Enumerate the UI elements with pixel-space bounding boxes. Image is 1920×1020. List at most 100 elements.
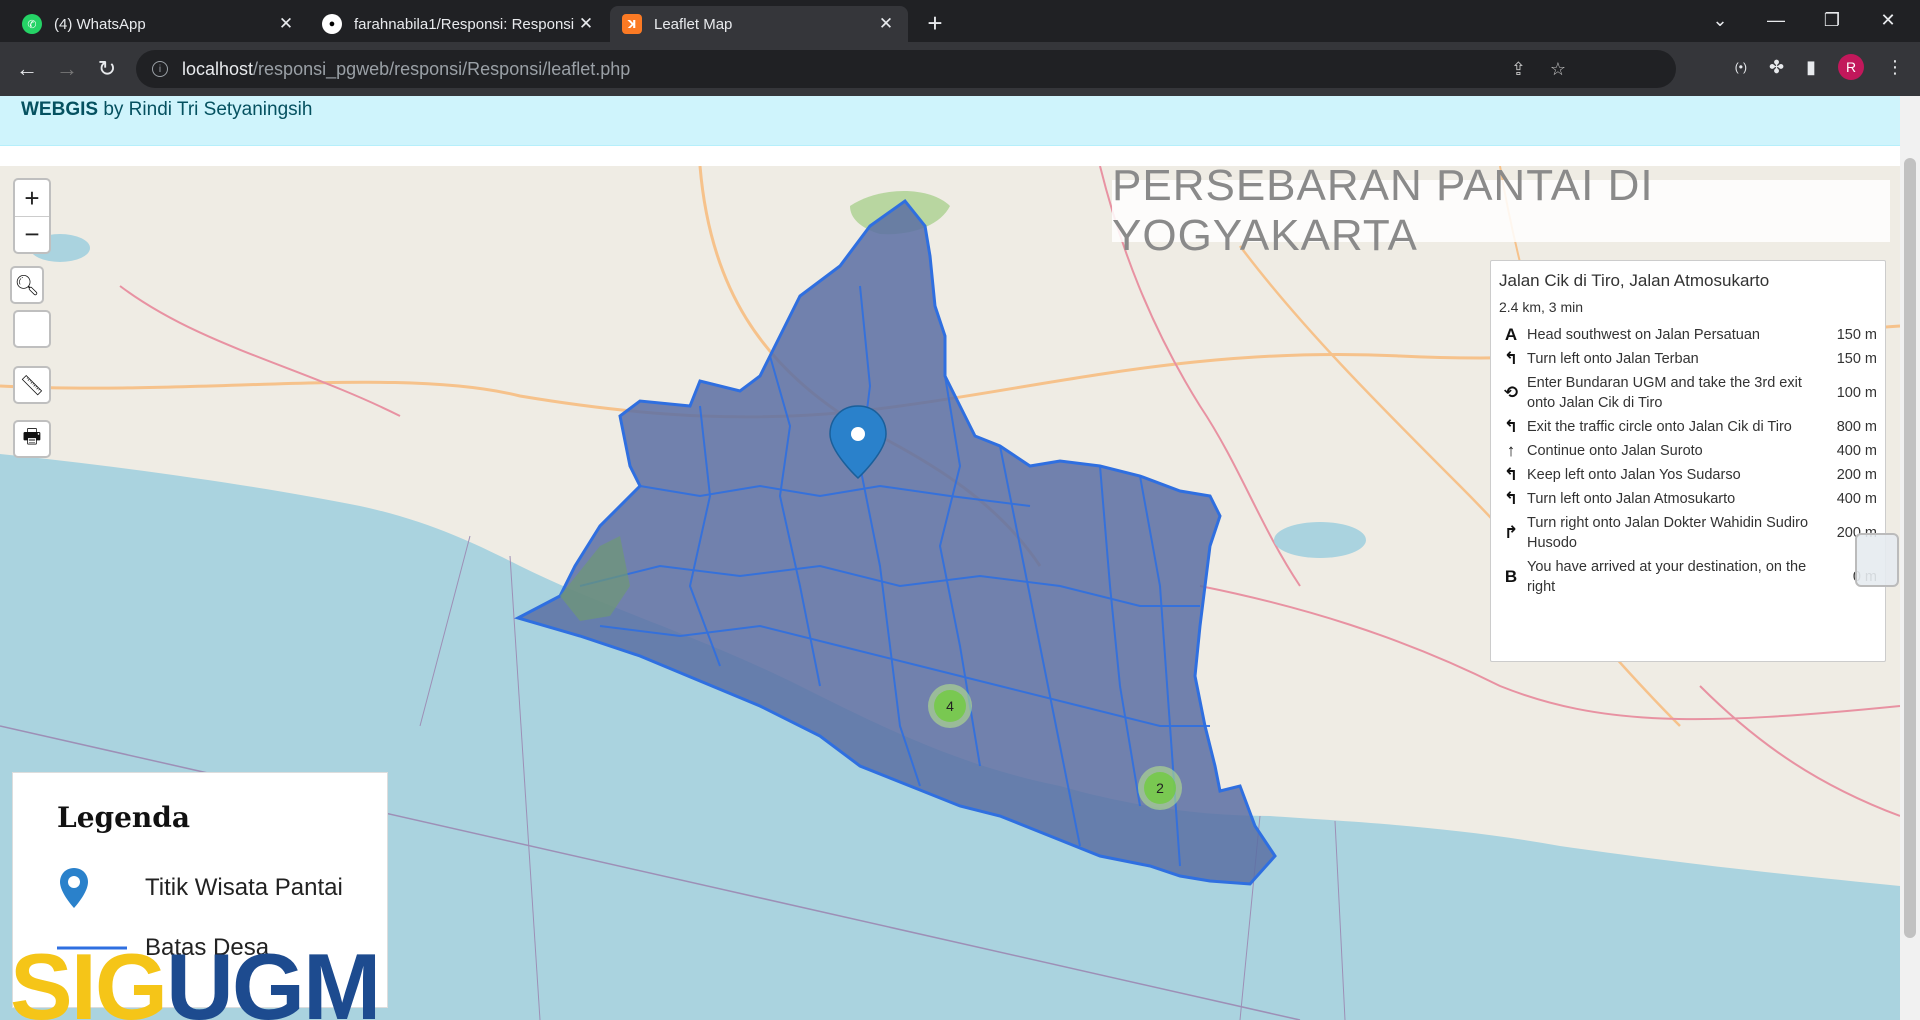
locate-button[interactable]	[13, 310, 51, 348]
zoom-out-button[interactable]: −	[15, 216, 49, 252]
route-step-icon: A	[1504, 325, 1518, 344]
browser-tab-bar: ✆ (4) WhatsApp ✕ ● farahnabila1/Responsi…	[0, 0, 1920, 42]
url-host: localhost	[182, 58, 254, 79]
routing-toggle-button[interactable]	[1855, 533, 1899, 587]
tab-title: farahnabila1/Responsi: Responsi	[354, 15, 575, 33]
route-step[interactable]: ↰ Exit the traffic circle onto Jalan Cik …	[1499, 415, 1877, 439]
route-step-icon: ↰	[1503, 417, 1519, 436]
route-summary: 2.4 km, 3 min	[1499, 299, 1584, 315]
close-tab-icon[interactable]: ✕	[576, 14, 596, 34]
navbar: WEBGIS by Rindi Tri Setyaningsih	[0, 96, 1900, 146]
bookmark-star-icon[interactable]: ☆	[1550, 59, 1566, 80]
route-step-text: You have arrived at your destination, on…	[1527, 559, 1807, 595]
page-content: WEBGIS by Rindi Tri Setyaningsih + − 🔍︎ …	[0, 96, 1920, 1020]
profile-avatar[interactable]: R	[1838, 54, 1864, 80]
cluster-count: 2	[1144, 772, 1176, 804]
url-path: /responsi_pgweb/responsi/Responsi/leafle…	[253, 58, 631, 79]
route-step[interactable]: ↱ Turn right onto Jalan Dokter Wahidin Su…	[1499, 511, 1877, 555]
close-tab-icon[interactable]: ✕	[876, 14, 896, 34]
tab-github[interactable]: ● farahnabila1/Responsi: Responsi ✕	[310, 6, 608, 42]
browser-toolbar: ← → ↻ i localhost/responsi_pgweb/respons…	[0, 42, 1920, 96]
logo-part-ugm: UGM	[165, 934, 381, 1020]
route-step-distance: 100 m	[1836, 385, 1877, 401]
marker-cluster[interactable]: 4	[928, 684, 972, 728]
github-icon: ●	[322, 14, 342, 34]
legend-label: Titik Wisata Pantai	[145, 874, 343, 901]
route-step-distance: 400 m	[1836, 491, 1877, 507]
cast-icon[interactable]: (•)	[1735, 60, 1747, 74]
legend-title: Legenda	[57, 801, 190, 834]
tab-title: (4) WhatsApp	[54, 15, 146, 33]
tab-search-icon[interactable]: ⌄	[1692, 0, 1748, 40]
minimize-button[interactable]: —	[1748, 0, 1804, 40]
route-step-distance: 200 m	[1836, 467, 1877, 483]
route-step-icon: ↰	[1503, 349, 1519, 368]
route-step-distance: 800 m	[1836, 419, 1877, 435]
route-step-icon: ↰	[1503, 465, 1519, 484]
search-button[interactable]: 🔍︎	[10, 266, 44, 304]
navbar-brand[interactable]: WEBGIS	[21, 99, 98, 120]
leaflet-map[interactable]: + − 🔍︎ 📏︎ 🖶 PERSEBARAN PANTAI DI YOGYAKA…	[0, 166, 1900, 1020]
site-info-icon[interactable]: i	[152, 61, 168, 77]
route-step-distance: 150 m	[1836, 351, 1877, 367]
side-panel-icon[interactable]: ▮	[1806, 57, 1816, 78]
route-step-icon: ↑	[1506, 441, 1516, 460]
legend-item: Titik Wisata Pantai	[57, 858, 387, 918]
route-step[interactable]: ↑ Continue onto Jalan Suroto 400 m	[1499, 439, 1877, 463]
route-step[interactable]: A Head southwest on Jalan Persatuan 150 m	[1499, 323, 1877, 347]
close-tab-icon[interactable]: ✕	[276, 14, 296, 34]
zoom-in-button[interactable]: +	[15, 180, 49, 216]
route-step-text: Exit the traffic circle onto Jalan Cik d…	[1527, 419, 1792, 435]
route-step-text: Turn left onto Jalan Terban	[1527, 351, 1699, 367]
route-step-icon: ↰	[1503, 489, 1519, 508]
sig-ugm-logo: SIGUGM	[10, 940, 381, 1020]
measure-button[interactable]: 📏︎	[13, 366, 51, 404]
print-button[interactable]: 🖶	[13, 420, 51, 458]
new-tab-button[interactable]: +	[920, 8, 950, 39]
route-step-text: Enter Bundaran UGM and take the 3rd exit…	[1527, 375, 1802, 411]
route-step-icon: B	[1504, 567, 1518, 586]
marker-cluster[interactable]: 2	[1138, 766, 1182, 810]
back-button[interactable]: ←	[12, 54, 42, 84]
tab-title: Leaflet Map	[654, 15, 733, 33]
route-step-text: Keep left onto Jalan Yos Sudarso	[1527, 467, 1741, 483]
share-icon[interactable]: ⇪	[1511, 59, 1526, 80]
close-window-button[interactable]: ✕	[1860, 0, 1916, 40]
route-step-text: Turn right onto Jalan Dokter Wahidin Sud…	[1527, 515, 1809, 551]
navbar-byline: by Rindi Tri Setyaningsih	[98, 99, 313, 120]
map-pin-icon	[57, 866, 145, 910]
address-bar[interactable]: i localhost/responsi_pgweb/responsi/Resp…	[136, 50, 1676, 88]
extensions-icon[interactable]: ✤	[1769, 57, 1784, 78]
route-step[interactable]: ↰ Turn left onto Jalan Terban 150 m	[1499, 347, 1877, 371]
ruler-icon: 📏︎	[19, 374, 45, 397]
whatsapp-icon: ✆	[22, 14, 42, 34]
route-step-text: Continue onto Jalan Suroto	[1527, 443, 1703, 459]
menu-icon[interactable]: ⋮	[1886, 57, 1904, 78]
route-step[interactable]: ↰ Turn left onto Jalan Atmosukarto 400 m	[1499, 487, 1877, 511]
cluster-count: 4	[934, 690, 966, 722]
route-step-icon: ↱	[1503, 523, 1519, 542]
route-step[interactable]: ⟲ Enter Bundaran UGM and take the 3rd exi…	[1499, 371, 1877, 415]
tab-whatsapp[interactable]: ✆ (4) WhatsApp ✕	[10, 6, 308, 42]
routing-panel: Jalan Cik di Tiro, Jalan Atmosukarto 2.4…	[1490, 260, 1886, 662]
route-title: Jalan Cik di Tiro, Jalan Atmosukarto	[1499, 271, 1770, 290]
reload-button[interactable]: ↻	[92, 54, 122, 84]
page-scrollbar[interactable]	[1900, 96, 1920, 1020]
zoom-control: + −	[13, 178, 51, 254]
map-title: PERSEBARAN PANTAI DI YOGYAKARTA	[1112, 166, 1890, 260]
tab-leaflet-map[interactable]: ꓘ Leaflet Map ✕	[610, 6, 908, 42]
printer-icon: 🖶	[22, 426, 42, 448]
xampp-icon: ꓘ	[622, 14, 642, 34]
route-step-text: Head southwest on Jalan Persatuan	[1527, 327, 1760, 343]
route-step[interactable]: B You have arrived at your destination, o…	[1499, 555, 1877, 599]
forward-button[interactable]: →	[52, 54, 82, 84]
route-step-distance: 400 m	[1836, 443, 1877, 459]
restore-button[interactable]: ❐	[1804, 0, 1860, 40]
road	[1699, 685, 1900, 817]
route-step-distance: 150 m	[1836, 327, 1877, 343]
search-icon: 🔍︎	[14, 274, 40, 297]
route-step[interactable]: ↰ Keep left onto Jalan Yos Sudarso 200 m	[1499, 463, 1877, 487]
route-steps-table: A Head southwest on Jalan Persatuan 150 m ↰…	[1499, 323, 1877, 599]
scrollbar-thumb[interactable]	[1904, 158, 1916, 938]
reservoir	[1274, 522, 1366, 558]
